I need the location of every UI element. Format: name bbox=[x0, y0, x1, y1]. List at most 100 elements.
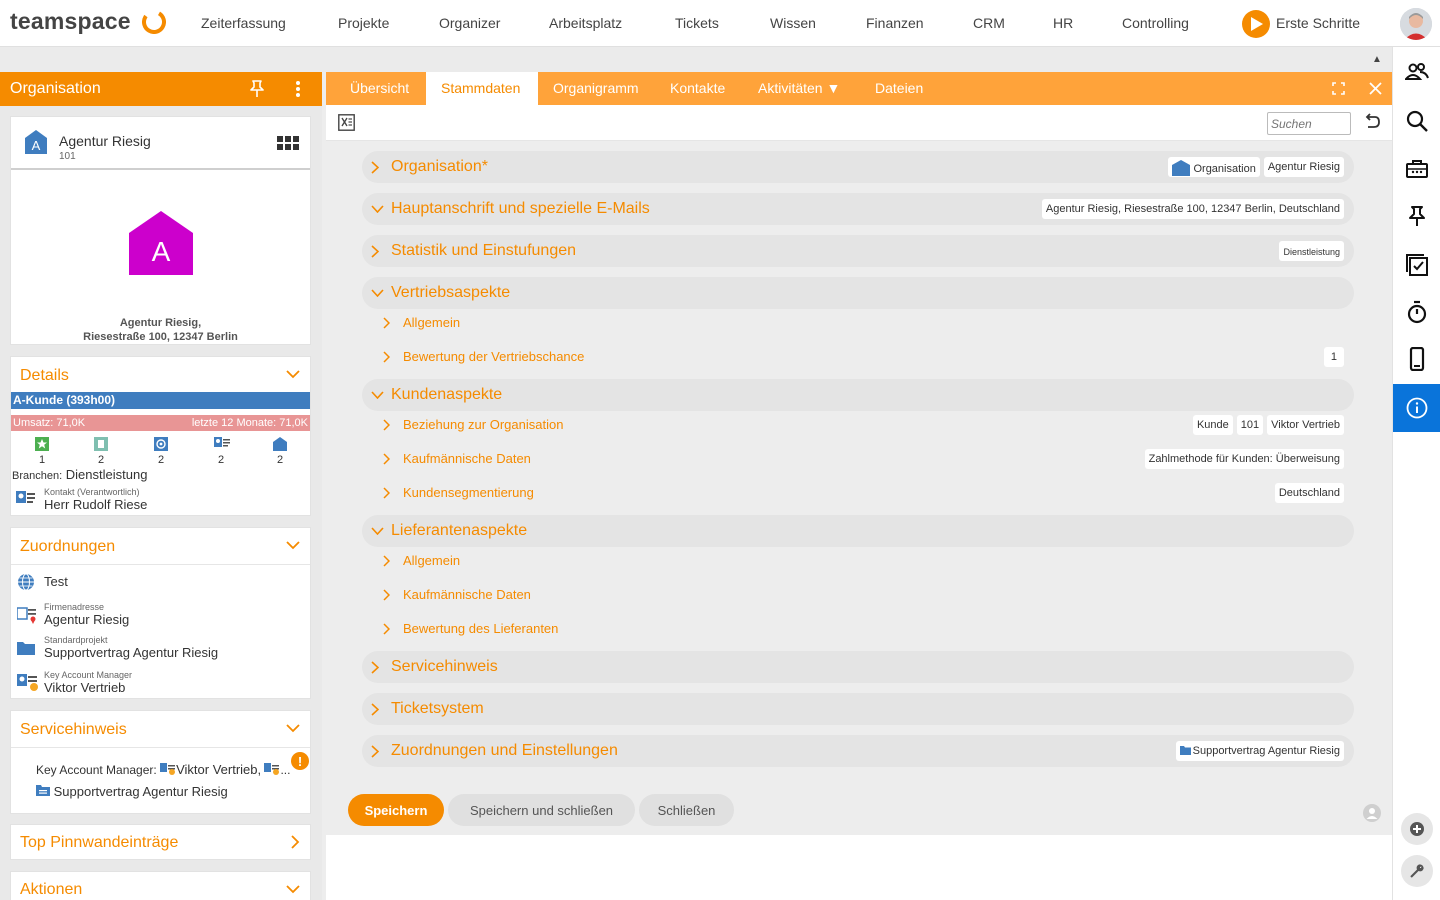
tag-viktor-vertrieb: Viktor Vertrieb bbox=[1267, 415, 1344, 435]
chevron-right-icon bbox=[371, 661, 379, 674]
folder-icon bbox=[1179, 746, 1191, 755]
save-button[interactable]: Speichern bbox=[348, 794, 444, 826]
search-icon[interactable] bbox=[1405, 109, 1429, 133]
nav-projekte[interactable]: Projekte bbox=[338, 15, 389, 31]
chevron-right-icon bbox=[371, 745, 379, 758]
zuordnung-test[interactable]: Test bbox=[44, 574, 68, 589]
nav-zeiterfassung[interactable]: Zeiterfassung bbox=[201, 15, 286, 31]
standardprojekt-value[interactable]: Supportvertrag Agentur Riesig bbox=[44, 645, 218, 660]
nav-hr[interactable]: HR bbox=[1053, 15, 1073, 31]
sub-vertrieb-allgemein-label: Allgemein bbox=[403, 315, 461, 330]
stopwatch-icon[interactable] bbox=[1405, 300, 1429, 324]
nav-tickets[interactable]: Tickets bbox=[675, 15, 719, 31]
sub-kunden-segmentierung[interactable]: Kundensegmentierung Deutschland bbox=[362, 479, 1354, 507]
chevron-down-icon[interactable] bbox=[286, 540, 300, 550]
sub-kunden-kaufmaennisch[interactable]: Kaufmännische Daten Zahlmethode für Kund… bbox=[362, 445, 1354, 473]
umsatz-value: Umsatz: 71,0K bbox=[13, 417, 86, 429]
nav-wissen[interactable]: Wissen bbox=[770, 15, 816, 31]
user-icon[interactable] bbox=[1363, 804, 1381, 822]
sub-kunden-kaufmaennisch-tags: Zahlmethode für Kunden: Überweisung bbox=[1141, 449, 1344, 469]
servicehinweis-kam-name[interactable]: Viktor Vertrieb, bbox=[176, 762, 261, 777]
chevron-down-icon bbox=[371, 527, 384, 535]
sub-vertrieb-bewertung[interactable]: Bewertung der Vertriebschance 1 bbox=[362, 343, 1354, 371]
zuordnungen-card: Zuordnungen Test Firmenadresse Agentur R… bbox=[10, 527, 311, 699]
tab-bar: Übersicht Stammdaten Organigramm Kontakt… bbox=[326, 72, 1392, 105]
nav-organizer[interactable]: Organizer bbox=[439, 15, 500, 31]
tab-dateien[interactable]: Dateien bbox=[875, 72, 923, 105]
search-input[interactable] bbox=[1267, 112, 1351, 135]
briefcase-icon[interactable] bbox=[1405, 159, 1429, 179]
sub-lieferanten-bewertung[interactable]: Bewertung des Lieferanten bbox=[362, 615, 1354, 643]
chevron-down-icon[interactable] bbox=[286, 884, 300, 894]
chevron-right-icon bbox=[383, 351, 390, 363]
tab-aktivitaeten[interactable]: Aktivitäten ▼ bbox=[758, 72, 840, 105]
tag-vertriebschance-count: 1 bbox=[1323, 347, 1344, 367]
left-panel-title: Organisation bbox=[10, 80, 101, 97]
checklist-icon[interactable] bbox=[1405, 253, 1429, 277]
sub-kunden-segmentierung-label: Kundensegmentierung bbox=[403, 485, 534, 500]
chevron-down-icon[interactable] bbox=[286, 723, 300, 733]
pin-icon[interactable] bbox=[1405, 205, 1429, 227]
servicehinweis-title: Servicehinweis bbox=[20, 721, 127, 738]
nav-finanzen[interactable]: Finanzen bbox=[866, 15, 924, 31]
servicehinweis-project[interactable]: Supportvertrag Agentur Riesig bbox=[36, 784, 228, 799]
servicehinweis-more[interactable]: ... bbox=[280, 763, 290, 777]
close-button[interactable]: Schließen bbox=[639, 794, 734, 826]
collapse-up-icon[interactable]: ▲ bbox=[1372, 54, 1382, 65]
sub-kunden-beziehung[interactable]: Beziehung zur Organisation Kunde 101 Vikto… bbox=[362, 411, 1354, 439]
tab-kontakte[interactable]: Kontakte bbox=[670, 72, 725, 105]
nav-arbeitsplatz[interactable]: Arbeitsplatz bbox=[549, 15, 622, 31]
grid-icon[interactable] bbox=[277, 136, 299, 150]
section-hauptanschrift[interactable]: Hauptanschrift und spezielle E-Mails Age… bbox=[362, 193, 1354, 225]
nav-crm[interactable]: CRM bbox=[973, 15, 1005, 31]
kam-value[interactable]: Viktor Vertrieb bbox=[44, 680, 125, 695]
user-avatar[interactable] bbox=[1400, 8, 1432, 40]
settings-button[interactable] bbox=[1401, 855, 1433, 887]
tab-organigramm[interactable]: Organigramm bbox=[553, 72, 639, 105]
sub-lieferanten-kaufmaennisch[interactable]: Kaufmännische Daten bbox=[362, 581, 1354, 609]
section-zuordnungen[interactable]: Zuordnungen und Einstellungen Supportver… bbox=[362, 735, 1354, 767]
expand-icon[interactable] bbox=[1332, 82, 1345, 95]
section-lieferanten[interactable]: Lieferantenaspekte bbox=[362, 515, 1354, 547]
sub-vertrieb-allgemein[interactable]: Allgemein bbox=[362, 309, 1354, 337]
kontakt-label: Kontakt (Verantwortlich) bbox=[44, 487, 140, 497]
pinnwand-card[interactable]: Top Pinnwandeinträge bbox=[10, 824, 311, 860]
info-button[interactable] bbox=[1393, 384, 1440, 432]
section-organisation[interactable]: Organisation* Organisation Agentur Riesig bbox=[362, 151, 1354, 183]
standardprojekt-label: Standardprojekt bbox=[44, 635, 108, 645]
firmenadresse-value[interactable]: Agentur Riesig bbox=[44, 612, 129, 627]
tab-uebersicht[interactable]: Übersicht bbox=[326, 72, 425, 105]
pin-icon[interactable] bbox=[249, 80, 265, 98]
people-icon[interactable] bbox=[1405, 62, 1429, 82]
more-vertical-icon[interactable] bbox=[295, 80, 301, 98]
chevron-right-icon bbox=[371, 245, 379, 258]
section-kunden[interactable]: Kundenaspekte bbox=[362, 379, 1354, 411]
aktionen-card[interactable]: Aktionen bbox=[10, 871, 311, 900]
kontakt-name[interactable]: Herr Rudolf Riese bbox=[44, 497, 147, 512]
undo-icon[interactable] bbox=[1362, 113, 1380, 129]
house-icon bbox=[273, 437, 287, 451]
contact-card-icon bbox=[17, 674, 38, 691]
aktionen-title: Aktionen bbox=[20, 881, 83, 898]
sub-lieferanten-bewertung-label: Bewertung des Lieferanten bbox=[403, 621, 559, 636]
chevron-right-icon[interactable] bbox=[290, 835, 300, 849]
right-rail bbox=[1392, 47, 1440, 900]
close-icon[interactable] bbox=[1369, 82, 1382, 95]
nav-controlling[interactable]: Controlling bbox=[1122, 15, 1189, 31]
entity-address-line2: Riesestraße 100, 12347 Berlin bbox=[83, 331, 238, 343]
save-and-close-button[interactable]: Speichern und schließen bbox=[448, 794, 635, 826]
add-button[interactable] bbox=[1401, 813, 1433, 845]
section-statistik[interactable]: Statistik und Einstufungen Dienstleistun… bbox=[362, 235, 1354, 267]
document-icon bbox=[94, 437, 108, 451]
teamspace-logo[interactable]: teamspace bbox=[10, 8, 131, 35]
contact-card-icon bbox=[264, 763, 280, 775]
chevron-down-icon[interactable] bbox=[286, 369, 300, 379]
section-servicehinweis[interactable]: Servicehinweis bbox=[362, 651, 1354, 683]
tag-dienstleistung: Dienstleistung bbox=[1279, 241, 1344, 261]
section-vertrieb[interactable]: Vertriebsaspekte bbox=[362, 277, 1354, 309]
sub-lieferanten-allgemein[interactable]: Allgemein bbox=[362, 547, 1354, 575]
phone-icon[interactable] bbox=[1405, 347, 1429, 371]
excel-icon[interactable] bbox=[338, 114, 355, 131]
tab-stammdaten[interactable]: Stammdaten bbox=[426, 72, 538, 105]
section-ticketsystem[interactable]: Ticketsystem bbox=[362, 693, 1354, 725]
